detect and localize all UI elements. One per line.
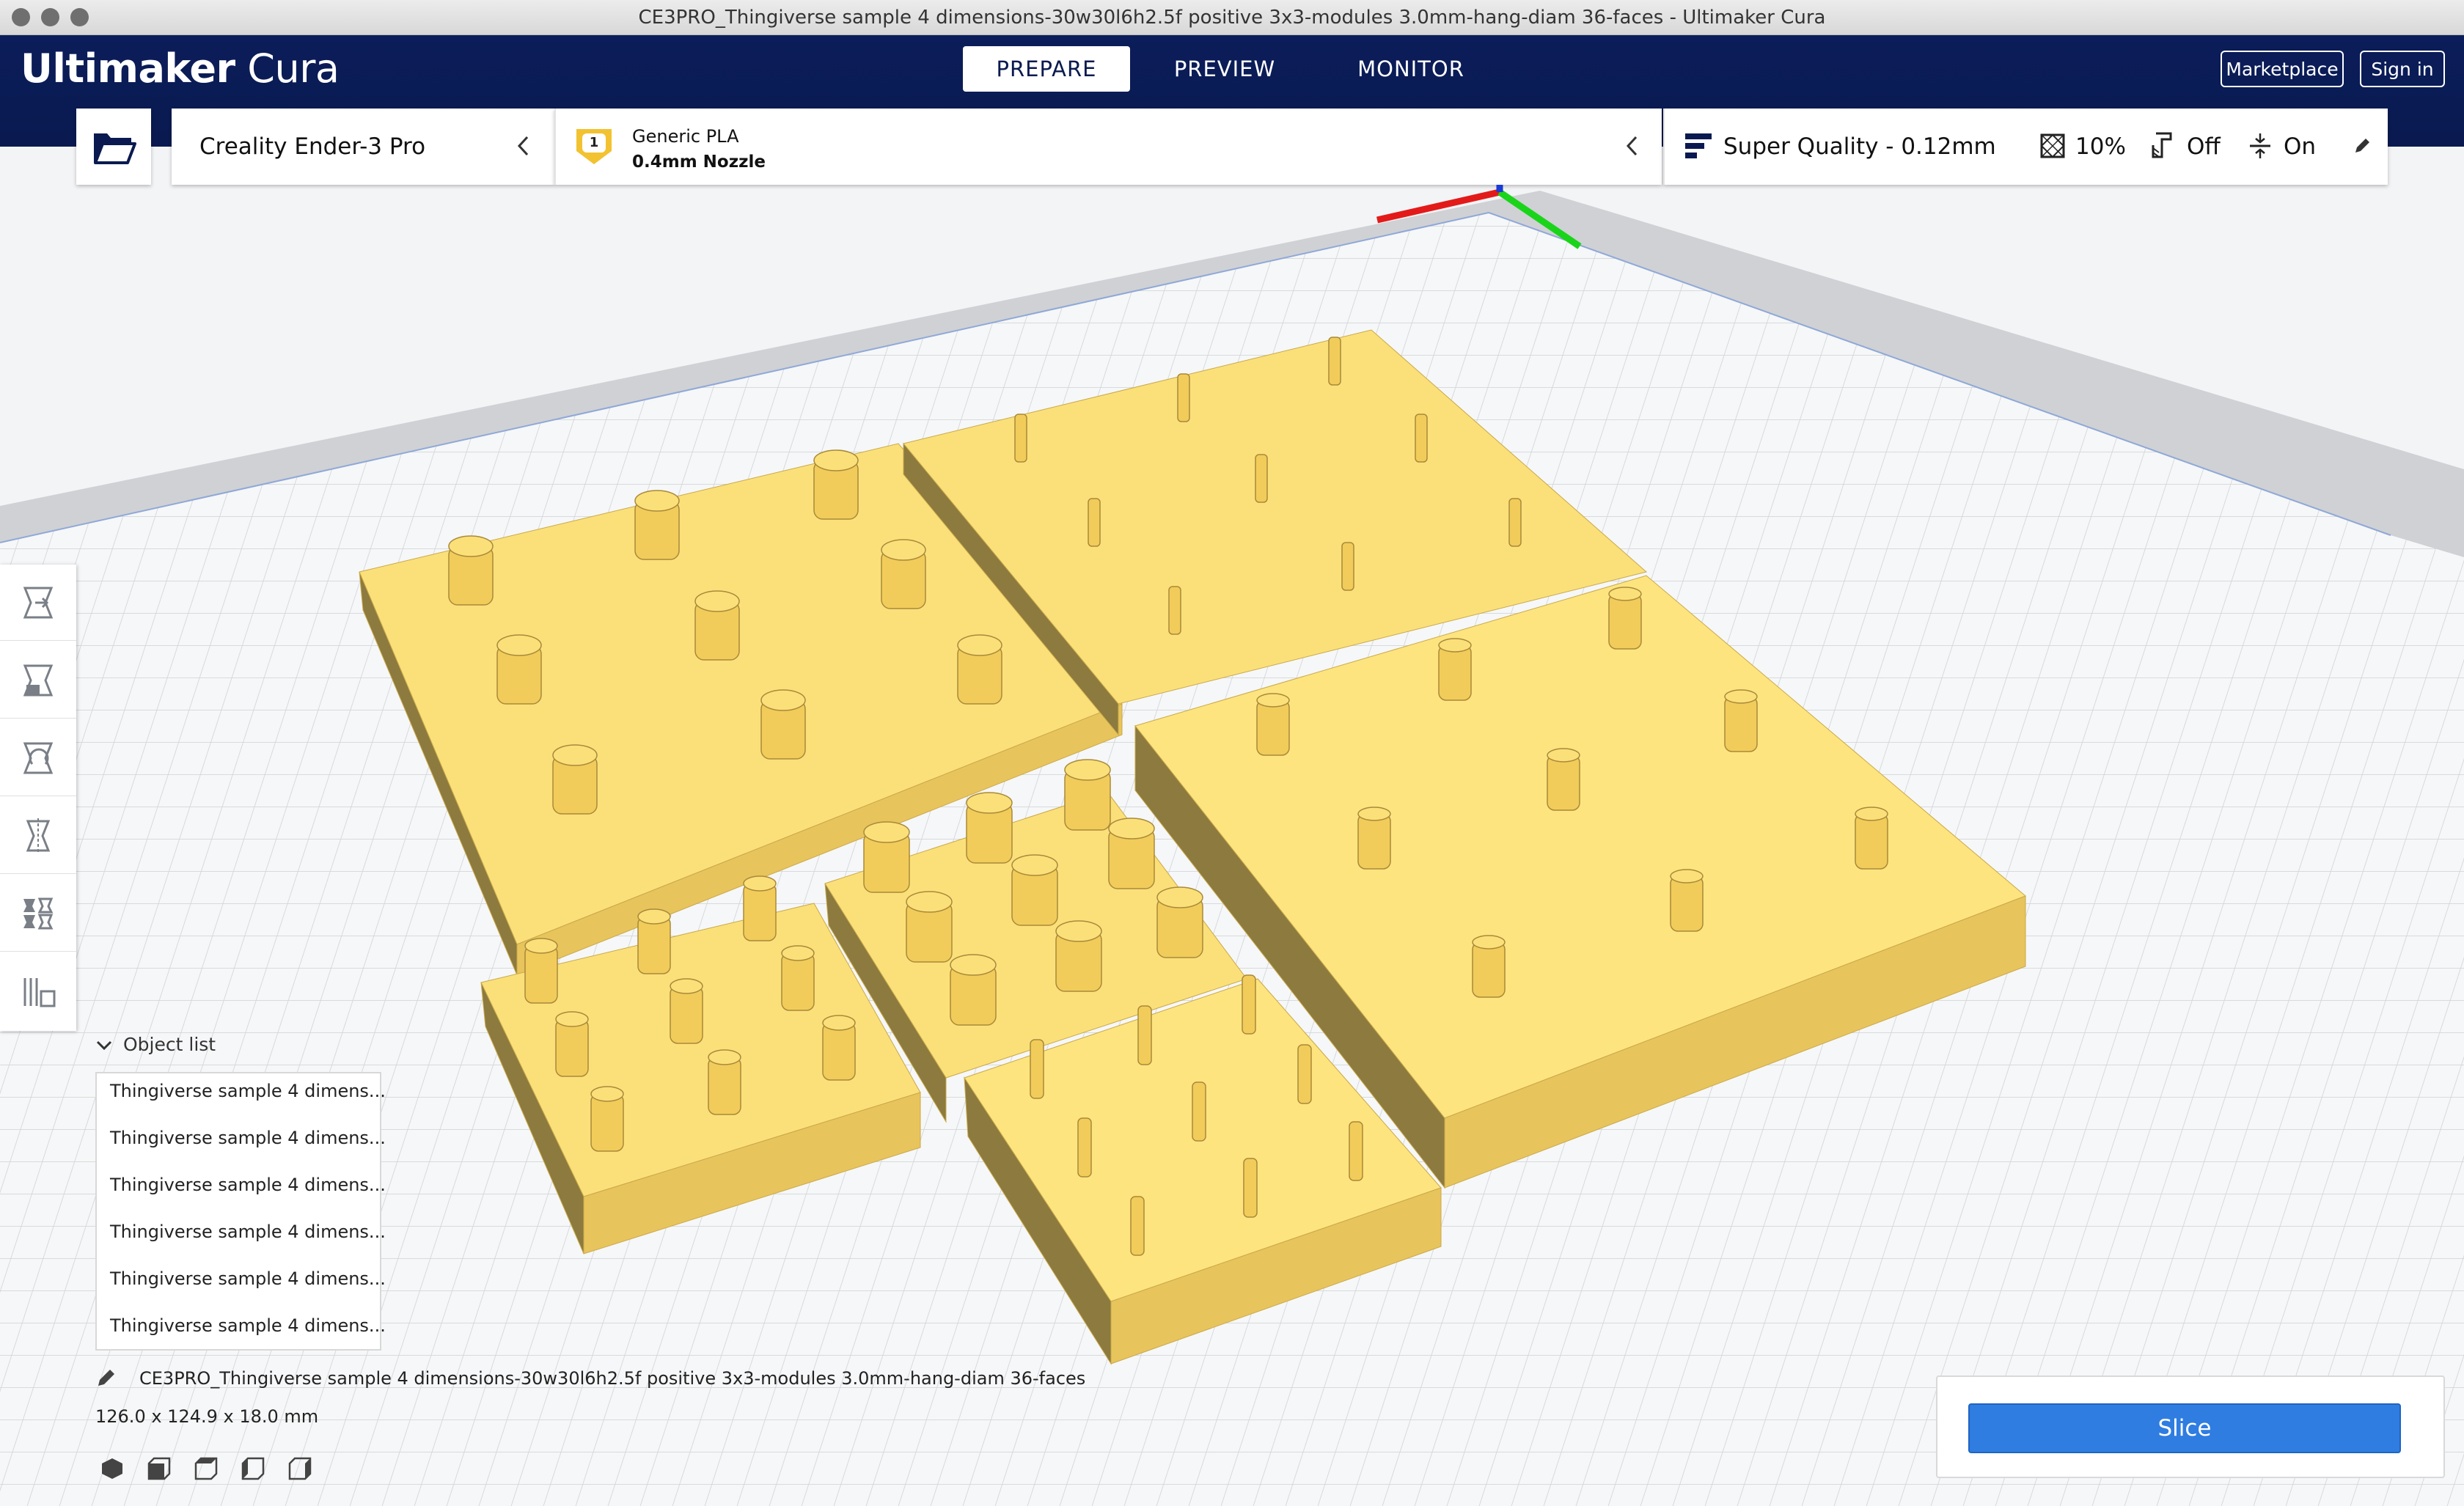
model-dimensions: 126.0 x 124.9 x 18.0 mm	[95, 1406, 319, 1427]
move-icon	[23, 587, 54, 618]
material-name: Generic PLA	[632, 126, 739, 147]
scale-icon	[23, 664, 54, 696]
scale-tool[interactable]	[0, 642, 76, 719]
window-titlebar: CE3PRO_Thingiverse sample 4 dimensions-3…	[0, 0, 2464, 35]
rotate-icon	[23, 742, 54, 774]
slice-panel: Slice	[1936, 1375, 2445, 1478]
chevron-down-icon	[96, 1040, 112, 1051]
job-name: CE3PRO_Thingiverse sample 4 dimensions-3…	[139, 1368, 1086, 1389]
3d-view-icon[interactable]	[100, 1456, 125, 1481]
list-item[interactable]: Thingiverse sample 4 dimens...	[110, 1081, 386, 1101]
object-list-toggle[interactable]: Object list	[95, 1034, 216, 1055]
move-tool[interactable]	[0, 565, 76, 641]
app-logo: Ultimaker Cura	[21, 45, 340, 92]
tool-panel	[0, 565, 76, 1031]
edit-job-name-icon[interactable]	[95, 1367, 117, 1389]
support-blocker-tool[interactable]	[0, 953, 76, 1029]
top-view-icon[interactable]	[194, 1456, 219, 1481]
per-model-settings-tool[interactable]	[0, 875, 76, 952]
object-list-title: Object list	[123, 1034, 216, 1055]
tab-preview[interactable]: PREVIEW	[1141, 46, 1308, 92]
per-model-settings-icon	[23, 897, 54, 929]
marketplace-button[interactable]: Marketplace	[2221, 51, 2344, 87]
left-view-icon[interactable]	[241, 1456, 265, 1481]
object-list: Thingiverse sample 4 dimens... Thingiver…	[95, 1072, 386, 1351]
list-item[interactable]: Thingiverse sample 4 dimens...	[110, 1268, 386, 1289]
list-item[interactable]: Thingiverse sample 4 dimens...	[110, 1128, 386, 1148]
support-blocker-icon	[23, 978, 56, 1007]
right-view-icon[interactable]	[287, 1456, 312, 1481]
front-view-icon[interactable]	[147, 1456, 172, 1481]
list-item[interactable]: Thingiverse sample 4 dimens...	[110, 1222, 386, 1242]
list-item[interactable]: Thingiverse sample 4 dimens...	[110, 1315, 386, 1336]
window-title: CE3PRO_Thingiverse sample 4 dimensions-3…	[638, 7, 1826, 29]
list-item[interactable]: Thingiverse sample 4 dimens...	[110, 1175, 386, 1195]
rotate-tool[interactable]	[0, 720, 76, 796]
mirror-icon	[26, 818, 51, 853]
slice-button[interactable]: Slice	[1968, 1403, 2401, 1453]
mirror-tool[interactable]	[0, 798, 76, 874]
sign-in-button[interactable]: Sign in	[2360, 51, 2445, 87]
tab-monitor[interactable]: MONITOR	[1327, 46, 1495, 92]
tab-prepare[interactable]: PREPARE	[963, 46, 1130, 92]
